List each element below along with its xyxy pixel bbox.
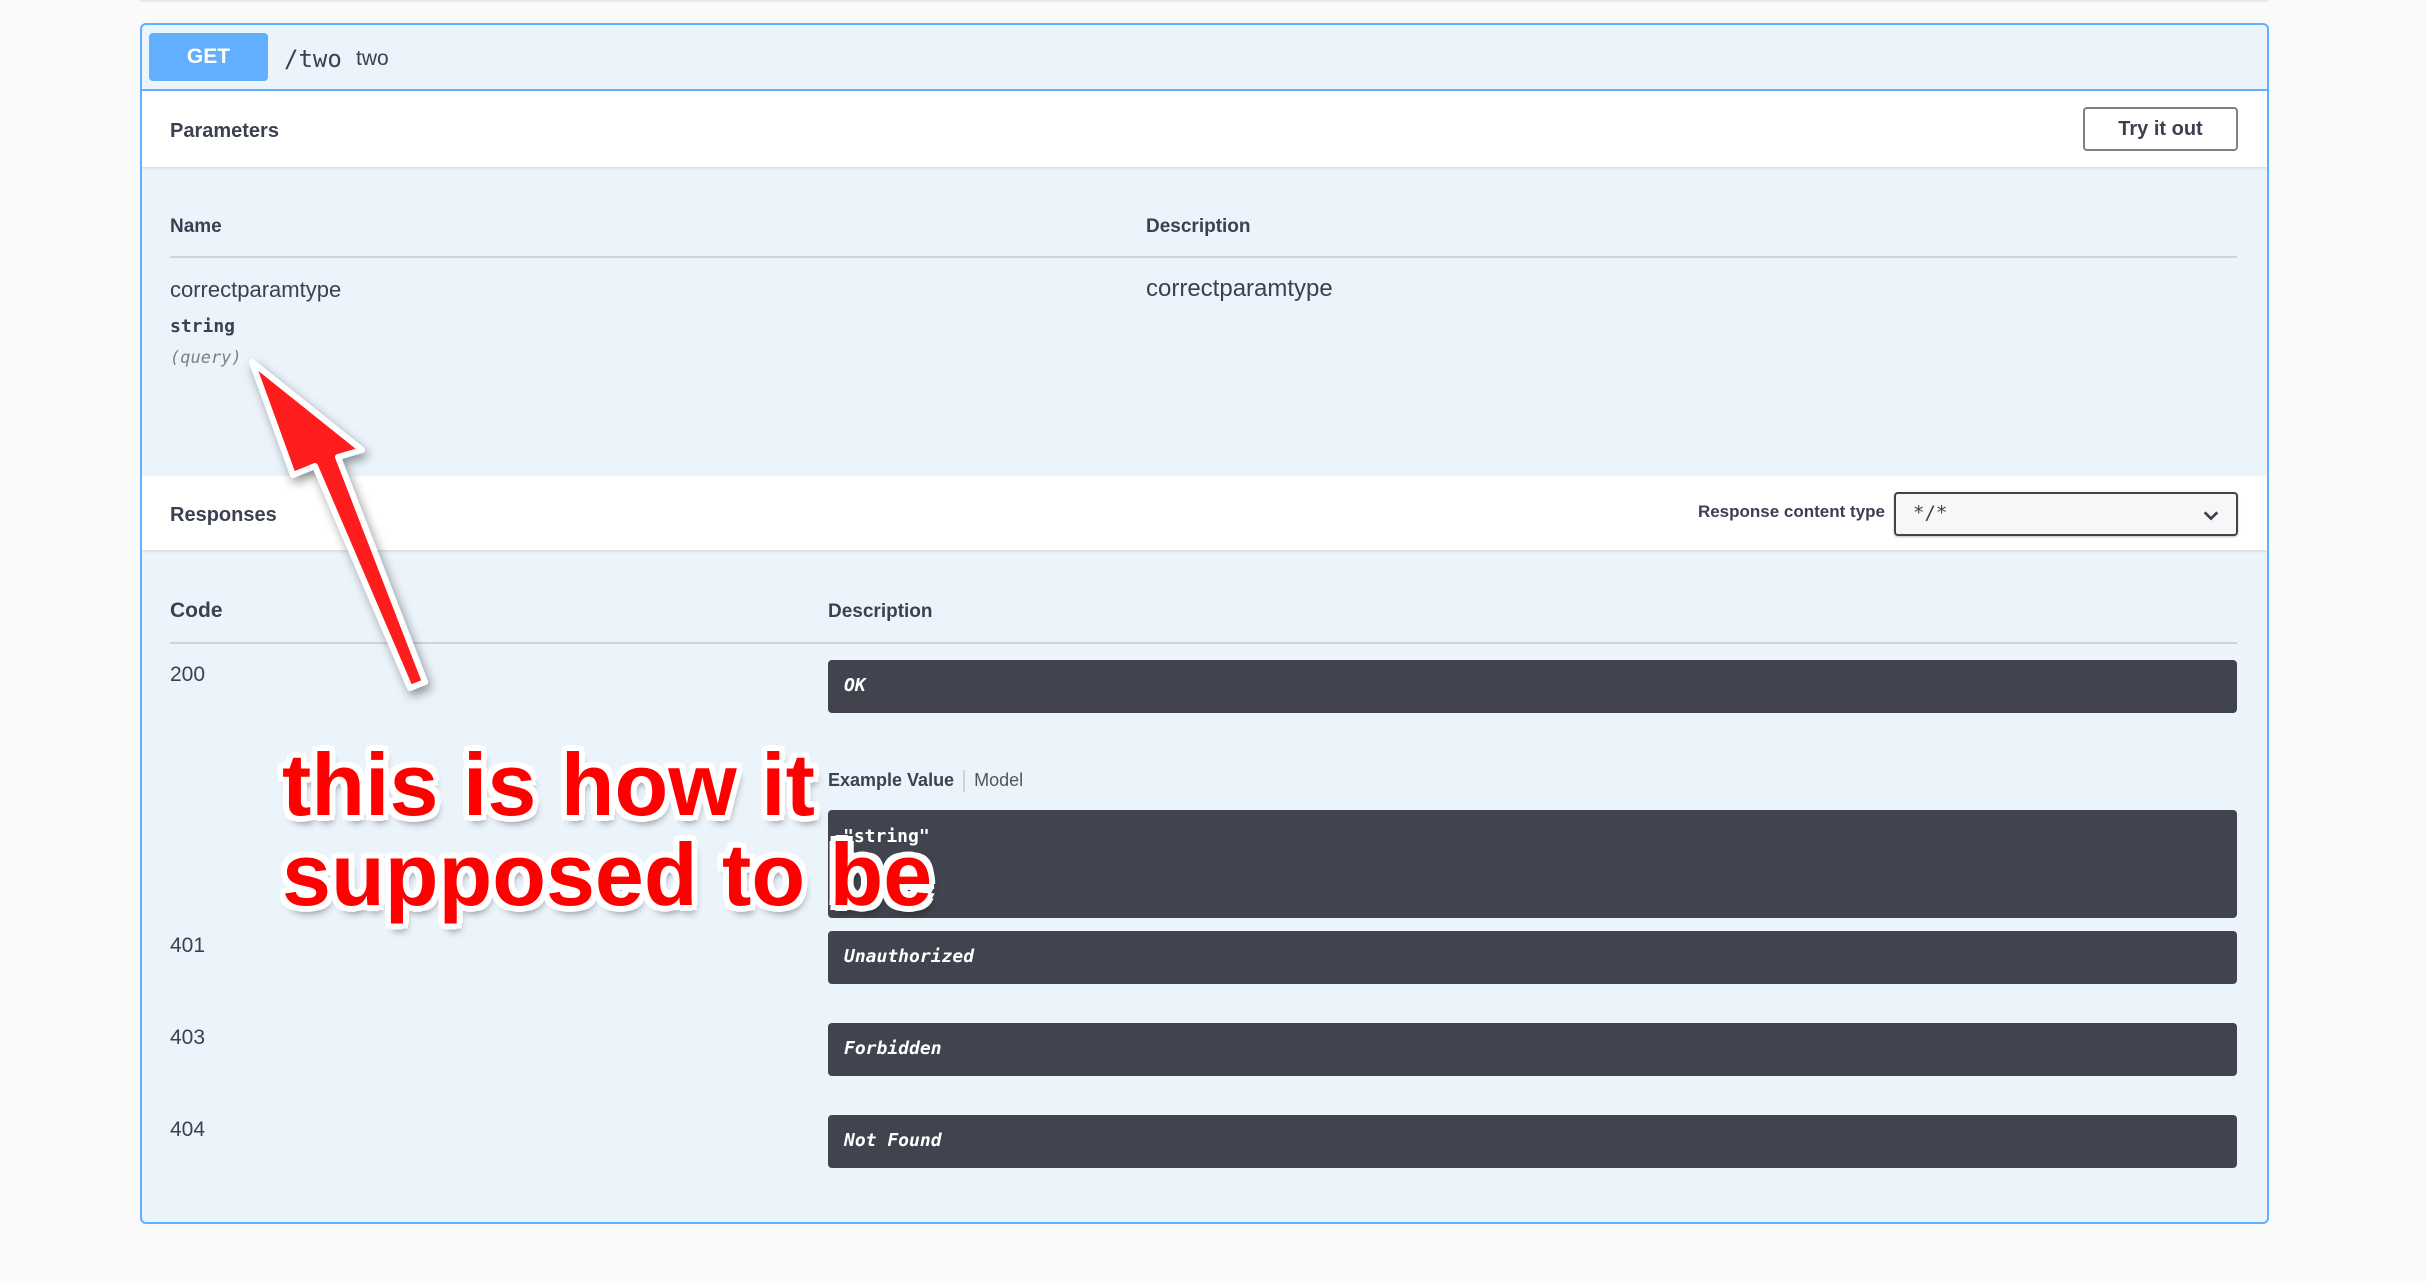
resp-col-code: Code	[170, 599, 223, 622]
operation-summary-text: two	[356, 47, 389, 70]
tab-divider	[963, 770, 966, 793]
tab-model[interactable]: Model	[974, 770, 1023, 790]
param-type: string	[170, 316, 236, 337]
param-name: correctparamtype	[170, 277, 342, 302]
param-description: correctparamtype	[1146, 275, 1333, 302]
method-badge: GET	[149, 33, 268, 81]
operation-summary[interactable]: GET /two two	[142, 25, 2267, 91]
response-description: Forbidden	[844, 1038, 942, 1059]
content-type-select[interactable]: */*	[1894, 492, 2238, 536]
response-code: 403	[170, 1026, 206, 1049]
parameters-title: Parameters	[170, 120, 279, 142]
example-value-box: "string"	[828, 810, 2237, 918]
annotation-line-2: supposed to be	[282, 825, 933, 924]
swagger-page: GET /two two Parameters Try it out Name …	[0, 0, 2427, 1281]
operation-path: /two	[284, 45, 342, 73]
content-type-value: */*	[1913, 502, 1948, 524]
try-it-out-button[interactable]: Try it out	[2083, 107, 2238, 151]
response-description-box: Unauthorized	[828, 931, 2237, 984]
param-location: (query)	[170, 348, 242, 368]
responses-title: Responses	[170, 504, 277, 526]
response-code: 401	[170, 934, 206, 957]
response-description: Not Found	[844, 1130, 942, 1151]
response-description-box: Forbidden	[828, 1023, 2237, 1076]
response-description: Unauthorized	[844, 946, 975, 967]
annotation-text: this is how it supposed to be	[282, 740, 932, 920]
param-header-divider	[170, 256, 2237, 258]
operation-block-get: GET /two two Parameters Try it out Name …	[140, 23, 2269, 1224]
resp-header-divider	[170, 642, 2237, 644]
response-code: 404	[170, 1118, 206, 1141]
resp-col-description: Description	[828, 601, 933, 622]
annotation-line-1: this is how it	[282, 735, 815, 834]
parameters-section-header: Parameters Try it out	[142, 91, 2267, 167]
response-description: OK	[844, 675, 866, 696]
response-code: 200	[170, 663, 206, 686]
response-description-box: OK	[828, 660, 2237, 713]
response-description-box: Not Found	[828, 1115, 2237, 1168]
content-type-label: Response content type	[1697, 502, 1885, 521]
param-col-description: Description	[1146, 216, 1251, 237]
responses-section-header: Responses Response content type */*	[142, 476, 2267, 550]
chevron-down-icon	[2203, 511, 2219, 521]
previous-block-border	[140, 0, 2268, 2]
param-col-name: Name	[170, 216, 222, 237]
